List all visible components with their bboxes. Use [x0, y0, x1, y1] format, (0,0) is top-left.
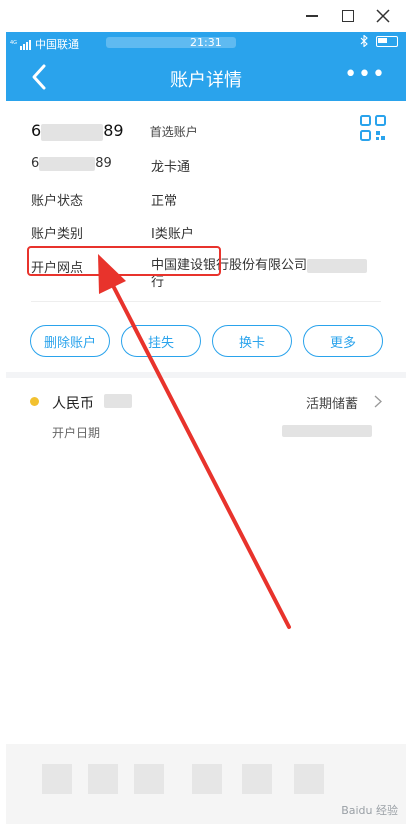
- minimize-icon: [306, 15, 318, 17]
- window-titlebar: [0, 0, 413, 32]
- annotation-arrow: [98, 254, 291, 629]
- maximize-icon: [342, 10, 354, 22]
- phone-screen: 4G 中国联通 21:31 账户详情 ••• 6 89 首选账户 6 89 龙卡…: [6, 32, 406, 824]
- minimize-button[interactable]: [300, 4, 324, 28]
- maximize-button[interactable]: [336, 4, 360, 28]
- close-button[interactable]: [371, 4, 395, 28]
- close-icon: [376, 9, 390, 23]
